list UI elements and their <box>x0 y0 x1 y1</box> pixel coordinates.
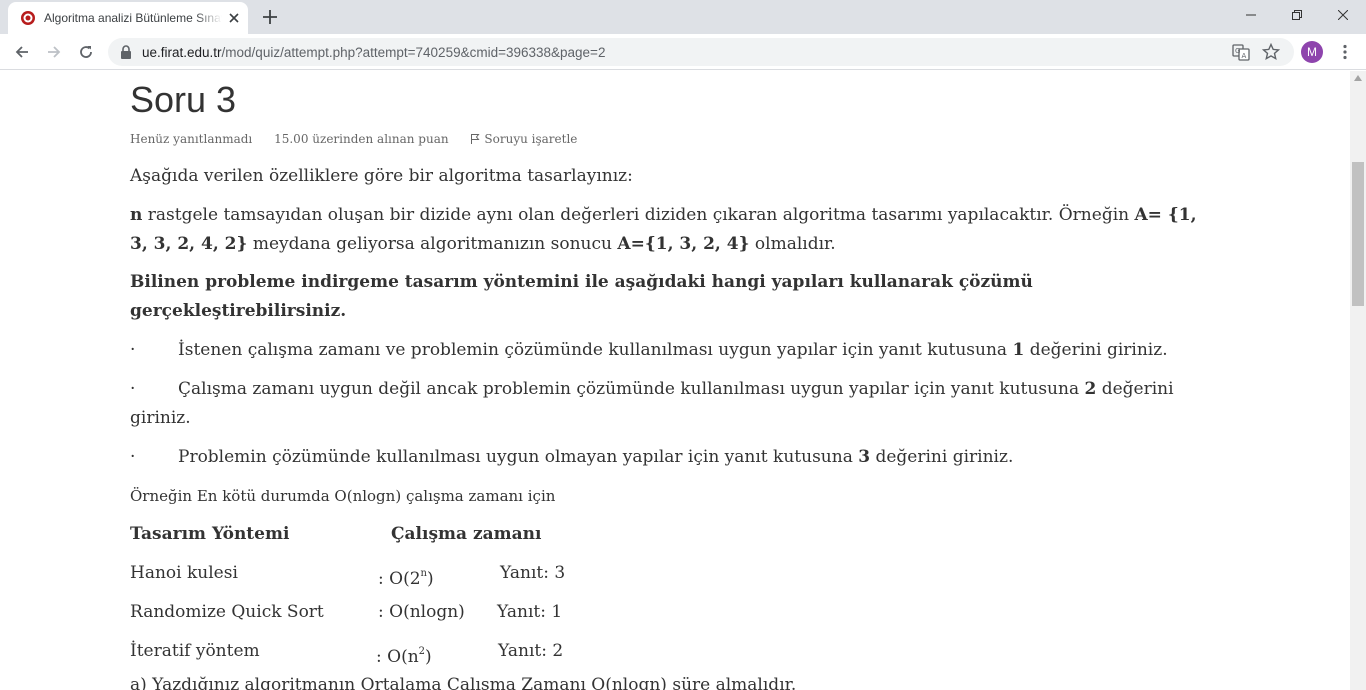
problem-result: A={1, 3, 2, 4} <box>617 234 750 254</box>
close-tab-icon[interactable] <box>226 10 242 26</box>
bullet-dot: · <box>130 340 136 360</box>
row-time-base: : O(2 <box>378 569 421 589</box>
problem-line-2: 3, 3, 2, 4, 2} meydana geliyorsa algorit… <box>130 230 1205 259</box>
table-row: Randomize Quick Sort : O(nlogn) Yanıt: 1 <box>130 598 1205 627</box>
row-time-close: ) <box>426 569 434 589</box>
bullet-item-2: · Çalışma zamanı uygun değil ancak proble… <box>130 375 1205 404</box>
bullet-tail: değerini giriniz. <box>870 447 1014 467</box>
question-title: Soru 3 <box>130 79 237 120</box>
problem-text-3: olmalıdır. <box>749 234 836 254</box>
problem-example-a: A= {1, <box>1134 205 1197 225</box>
tab-strip: Algoritma analizi Bütünleme Sınavı <box>0 0 1366 34</box>
row-method: Hanoi kulesi <box>130 563 238 583</box>
row-answer: Yanıt: 2 <box>498 641 564 661</box>
bullet-dot: · <box>130 447 136 467</box>
bullet-text: Çalışma zamanı uygun değil ancak problem… <box>178 379 1085 399</box>
row-method: İteratif yöntem <box>130 641 260 661</box>
row-answer: Yanıt: 1 <box>497 602 563 622</box>
bullet-text: İstenen çalışma zamanı ve problemin çözü… <box>178 340 1013 360</box>
translate-icon[interactable]: AG <box>1232 43 1250 61</box>
forward-button[interactable] <box>42 40 66 64</box>
minimize-icon <box>1246 14 1256 16</box>
row-time: : O(nlogn) <box>378 602 465 622</box>
url-host: ue.firat.edu.tr <box>142 45 222 60</box>
intro-text: Aşağıda verilen özelliklere göre bir alg… <box>130 166 633 186</box>
cut-off-line: a) Yazdığınız algoritmanın Ortalama Çalı… <box>130 675 797 690</box>
svg-text:A: A <box>1242 52 1247 60</box>
bullet-text: Problemin çözümünde kullanılması uygun o… <box>178 447 859 467</box>
problem-line-1: n rastgele tamsayıdan oluşan bir dizide … <box>130 201 1205 230</box>
scrollbar-thumb[interactable] <box>1352 162 1364 306</box>
arrow-left-icon <box>15 46 28 58</box>
instruction-line-2: gerçekleştirebilirsiniz. <box>130 297 1205 326</box>
page-scrollbar[interactable] <box>1350 71 1366 690</box>
bullet-number: 3 <box>858 447 871 467</box>
problem-text-1: rastgele tamsayıdan oluşan bir dizide ay… <box>142 205 1135 225</box>
svg-text:G: G <box>1235 47 1240 55</box>
row-time: : O(n2) <box>376 637 432 672</box>
bullet-dot: · <box>130 379 136 399</box>
question-info: Henüz yanıtlanmadı 15.00 üzerinden alına… <box>130 132 613 146</box>
problem-n: n <box>130 205 143 225</box>
browser-toolbar: ue.firat.edu.tr/mod/quiz/attempt.php?att… <box>0 34 1366 70</box>
scroll-up-arrow-icon[interactable] <box>1354 75 1362 81</box>
row-time: : O(2n) <box>378 559 434 594</box>
row-method: Randomize Quick Sort <box>130 602 324 622</box>
instruction-line-1: Bilinen probleme indirgeme tasarım yönte… <box>130 268 1205 297</box>
problem-text-2: meydana geliyorsa algoritmanızın sonucu <box>247 234 618 254</box>
new-tab-icon[interactable] <box>260 7 280 27</box>
restore-button[interactable] <box>1274 0 1320 30</box>
bullet-number: 1 <box>1012 340 1025 360</box>
url-path: /mod/quiz/attempt.php?attempt=740259&cmi… <box>221 45 606 60</box>
arrow-right-icon <box>48 46 61 58</box>
profile-avatar[interactable]: M <box>1301 41 1323 63</box>
reload-button[interactable] <box>74 40 98 64</box>
restore-icon <box>1292 10 1302 20</box>
reload-icon <box>80 46 92 58</box>
flag-question-link[interactable]: Soruyu işaretle <box>470 132 595 146</box>
question-points: 15.00 üzerinden alınan puan <box>274 132 449 146</box>
question-status: Henüz yanıtlanmadı <box>130 132 253 146</box>
more-options-icon[interactable] <box>1336 43 1354 61</box>
minimize-button[interactable] <box>1228 0 1274 30</box>
page-viewport: Soru 3 Henüz yanıtlanmadı 15.00 üzerinde… <box>0 71 1350 690</box>
instruction-text-1: Bilinen probleme indirgeme tasarım yönte… <box>130 272 1033 292</box>
row-time-close: ) <box>425 647 432 667</box>
example-table-header: Tasarım Yöntemi Çalışma zamanı <box>130 520 1205 549</box>
browser-tab[interactable]: Algoritma analizi Bütünleme Sınavı <box>8 2 248 34</box>
table-row: İteratif yöntem : O(n2) Yanıt: 2 <box>130 637 1205 667</box>
bullet-tail: değerini <box>1096 379 1174 399</box>
url-text: ue.firat.edu.tr/mod/quiz/attempt.php?att… <box>142 45 605 60</box>
bullet-number: 2 <box>1084 379 1097 399</box>
flag-question-label: Soruyu işaretle <box>484 132 578 146</box>
row-answer: Yanıt: 3 <box>500 563 566 583</box>
problem-example-b: 3, 3, 2, 4, 2} <box>130 234 248 254</box>
bullet-item-1: · İstenen çalışma zamanı ve problemin çöz… <box>130 336 1205 365</box>
bullet-item-2-cont: giriniz. <box>130 408 191 428</box>
table-header-method: Tasarım Yöntemi <box>130 524 290 544</box>
back-button[interactable] <box>10 40 34 64</box>
example-intro: Örneğin En kötü durumda O(nlogn) çalışma… <box>130 487 556 505</box>
lock-icon <box>121 45 131 59</box>
row-time-base: : O(n <box>376 647 419 667</box>
close-window-button[interactable] <box>1320 0 1366 30</box>
site-favicon-icon <box>21 11 35 25</box>
instruction-text-2: gerçekleştirebilirsiniz. <box>130 301 347 321</box>
table-header-time: Çalışma zamanı <box>391 524 542 544</box>
bullet-tail: değerini giriniz. <box>1024 340 1168 360</box>
table-row: Hanoi kulesi : O(2n) Yanıt: 3 <box>130 559 1205 589</box>
bullet-item-3: · Problemin çözümünde kullanılması uygun … <box>130 443 1205 472</box>
bookmark-star-icon[interactable] <box>1262 43 1280 61</box>
address-bar[interactable]: ue.firat.edu.tr/mod/quiz/attempt.php?att… <box>108 38 1294 66</box>
flag-icon <box>471 134 480 144</box>
close-window-icon <box>1338 10 1348 20</box>
tab-title: Algoritma analizi Bütünleme Sınavı <box>44 11 222 25</box>
